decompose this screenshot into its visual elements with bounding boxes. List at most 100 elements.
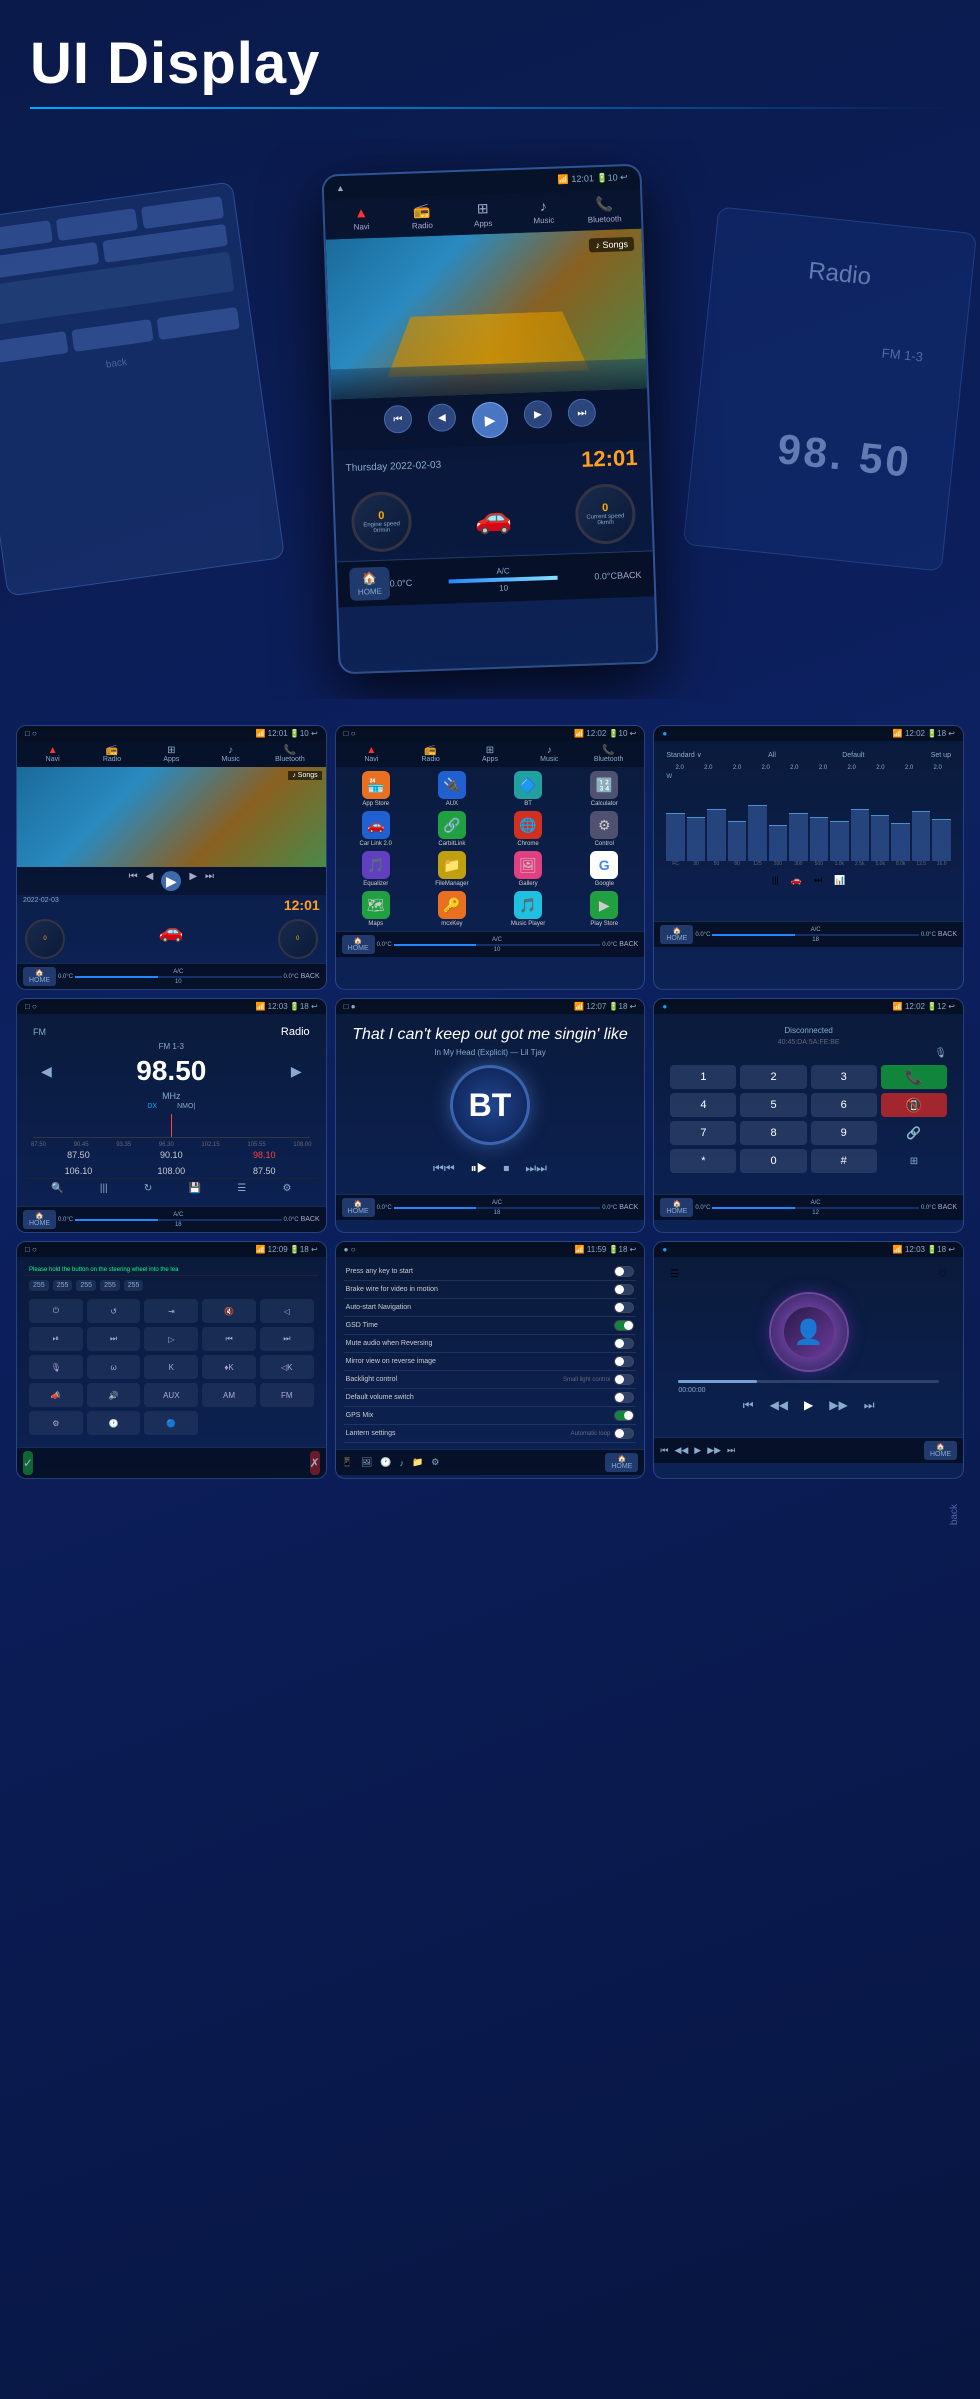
sw-next2[interactable]: ⏭ [260,1327,314,1351]
s1-nav-radio[interactable]: 📻Radio [84,745,139,763]
eq-bar-6[interactable] [769,825,787,861]
bt-prev[interactable]: ⏮⏮ [433,1161,455,1176]
dial-4[interactable]: 4 [670,1093,736,1117]
freq-next[interactable]: ▶ [291,1063,302,1080]
s8-icon-phone[interactable]: 📱 [342,1457,353,1468]
app-musicplayer[interactable]: 🎵Music Player [492,891,564,927]
s1-next[interactable]: ⏭ [205,871,214,891]
sw-vol-dn[interactable]: 🔊 [87,1383,141,1407]
player-next[interactable]: ⏭ [864,1398,875,1413]
sw-k[interactable]: K [144,1355,198,1379]
eq-setup[interactable]: Set up [931,752,951,759]
s8-icon-file[interactable]: 📁 [412,1457,423,1468]
s4-back-btn[interactable]: BACK [301,1216,320,1223]
sw-prev-track[interactable]: ⏮ [202,1327,256,1351]
s2-nav-apps[interactable]: ⊞Apps [462,745,517,763]
eq-bar-8[interactable] [810,817,828,861]
dial-2[interactable]: 2 [740,1065,806,1089]
s5-back-btn[interactable]: BACK [619,1204,638,1211]
s9-icon-3[interactable]: ▶ [694,1445,701,1456]
app-carbitlink[interactable]: 🔗CarbitLink [416,811,488,847]
eq-bar-1[interactable] [666,813,684,861]
s8-icon-clock[interactable]: 🕐 [380,1457,391,1468]
app-mcxkey[interactable]: 🔑mcxKey [416,891,488,927]
sw-vol-up[interactable]: 📣 [29,1383,83,1407]
toggle-backlight[interactable] [614,1374,634,1385]
next-btn[interactable]: ⏭ [567,398,596,427]
s2-nav-radio[interactable]: 📻Radio [403,745,458,763]
s1-back-btn[interactable]: BACK [301,973,320,980]
s9-icon-4[interactable]: ▶▶ [707,1445,721,1456]
s9-icon-1[interactable]: ⏮ [660,1445,668,1456]
s2-nav-music[interactable]: ♪Music [522,745,577,763]
fwd-btn[interactable]: ▶ [523,400,552,429]
sw-next-track[interactable]: ⏭ [87,1327,141,1351]
toggle-press-key[interactable] [614,1266,634,1277]
dial-3[interactable]: 3 [811,1065,877,1089]
app-playstore[interactable]: ▶Play Store [568,891,640,927]
eq-bar-14[interactable] [932,819,950,861]
preset-4[interactable]: 106.10 [33,1164,124,1178]
sw-settings[interactable]: ⚙ [29,1411,83,1435]
radio-signal-icon[interactable]: ||| [100,1183,108,1194]
app-filemanager[interactable]: 📁FileManager [416,851,488,887]
s8-icon-music[interactable]: ♪ [400,1458,405,1468]
eq-preset[interactable]: Standard ∨ [666,751,701,759]
player-play[interactable]: ▶ [804,1398,813,1413]
s8-icon-img[interactable]: 🖼 [361,1457,372,1468]
preset-6[interactable]: 87.50 [219,1164,310,1178]
nav-bt[interactable]: 📞 Bluetooth [577,195,631,225]
sw-fm[interactable]: FM [260,1383,314,1407]
eq-bar-13[interactable] [912,811,930,861]
s8-icon-settings[interactable]: ⚙ [431,1457,439,1468]
s2-nav-navi[interactable]: ▲Navi [344,745,399,763]
dial-7[interactable]: 7 [670,1121,736,1145]
preset-3[interactable]: 98.10 [219,1148,310,1162]
app-appstore[interactable]: 🏪App Store [340,771,412,807]
s2-nav-bt[interactable]: 📞Bluetooth [581,745,636,763]
s7-confirm-btn[interactable]: ✓ [23,1451,33,1475]
eq-icon-skip[interactable]: ⏭ [814,875,822,886]
s1-rew[interactable]: ◀ [146,871,154,891]
dial-9[interactable]: 9 [811,1121,877,1145]
bt-play-pause[interactable]: ⏸▶ [471,1161,488,1176]
s6-back-btn[interactable]: BACK [938,1204,957,1211]
s2-back-btn[interactable]: BACK [619,941,638,948]
eq-bar-3[interactable] [707,809,725,861]
nav-apps[interactable]: ⊞ Apps [456,199,510,229]
eq-bar-5[interactable] [748,805,766,861]
toggle-mirror[interactable] [614,1356,634,1367]
app-calc[interactable]: 🔢Calculator [568,771,640,807]
s1-home-btn[interactable]: 🏠 HOME [23,967,56,986]
sw-mute[interactable]: 🔇 [202,1299,256,1323]
eq-bar-11[interactable] [871,815,889,861]
sw-k2[interactable]: ♦K [202,1355,256,1379]
player-prev[interactable]: ⏮ [743,1398,754,1413]
app-aux[interactable]: 🔌AUX [416,771,488,807]
toggle-gsd[interactable] [614,1320,634,1331]
s8-home-btn[interactable]: 🏠 HOME [605,1453,638,1472]
player-progress-bar[interactable] [678,1380,939,1383]
eq-bar-9[interactable] [830,821,848,861]
s1-fwd[interactable]: ▶ [189,871,197,891]
sw-fwd-arrow[interactable]: ▷ [144,1327,198,1351]
eq-icon-car[interactable]: 🚗 [791,875,802,886]
dial-link[interactable]: 🔗 [881,1121,947,1145]
play-btn[interactable]: ▶ [471,401,508,438]
s1-nav-bt[interactable]: 📞Bluetooth [262,745,317,763]
dial-hangup[interactable]: 📵 [881,1093,947,1117]
radio-loop-icon[interactable]: ↻ [144,1183,152,1194]
player-heart-icon[interactable]: ♡ [938,1269,947,1280]
toggle-auto-start[interactable] [614,1302,634,1313]
eq-bar-4[interactable] [728,821,746,861]
toggle-brake-wire[interactable] [614,1284,634,1295]
bt-next[interactable]: ⏭⏭ [525,1161,547,1176]
dial-0[interactable]: 0 [740,1149,806,1173]
player-fwd[interactable]: ▶▶ [829,1398,847,1413]
dial-6[interactable]: 6 [811,1093,877,1117]
app-equalizer[interactable]: 🎵Equalizer [340,851,412,887]
s1-nav-music[interactable]: ♪Music [203,745,258,763]
radio-search-icon[interactable]: 🔍 [51,1183,63,1194]
s1-prev[interactable]: ⏮ [129,871,138,891]
preset-5[interactable]: 108.00 [126,1164,217,1178]
